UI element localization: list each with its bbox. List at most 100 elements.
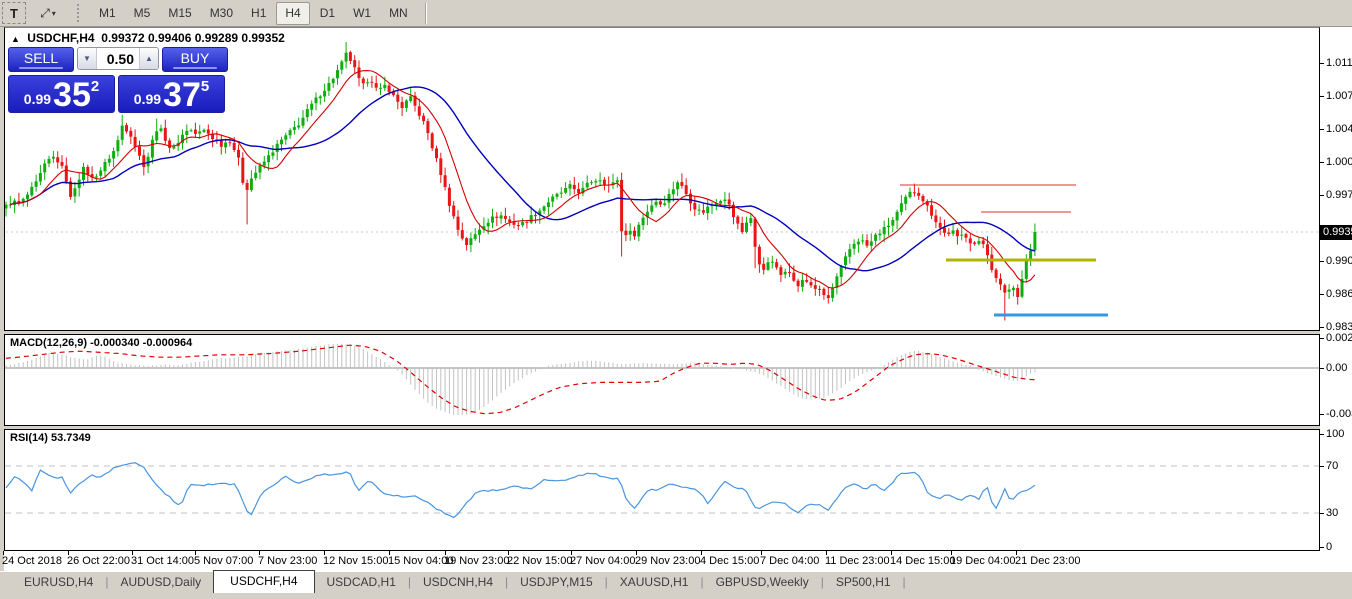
time-axis-label: 19 Nov 23:00 <box>444 555 509 567</box>
time-axis-label: 12 Nov 15:00 <box>323 555 388 567</box>
axis-tick-mark <box>1320 338 1324 339</box>
chart-area: ▲ USDCHF,H4 0.99372 0.99406 0.99289 0.99… <box>4 27 1352 571</box>
time-axis-label: 4 Dec 15:00 <box>700 555 759 567</box>
macd-chart <box>5 335 1319 425</box>
axis-tick-mark <box>1320 195 1324 196</box>
buy-price-pipette: 5 <box>201 78 209 95</box>
chart-tab-usdjpy-m15[interactable]: USDJPY,M15 <box>508 572 604 593</box>
time-axis-label: 7 Dec 04:00 <box>760 555 819 567</box>
chart-tab-sp500-h1[interactable]: SP500,H1 <box>824 572 903 593</box>
axis-label: 1.00770 <box>1326 90 1352 102</box>
current-price-badge: 0.99352 <box>1320 225 1352 240</box>
axis-label: 0.002492 <box>1326 332 1352 344</box>
buy-price-box[interactable]: 0.99 37 5 <box>118 75 225 113</box>
chart-tab-audusd-daily[interactable]: AUDUSD,Daily <box>108 572 213 593</box>
tab-separator: | <box>903 575 906 593</box>
axis-label: 1.00420 <box>1326 123 1352 135</box>
axis-tick-mark <box>1320 294 1324 295</box>
axis-tick-mark <box>1320 327 1324 328</box>
chart-symbol: USDCHF,H4 <box>27 31 94 45</box>
rsi-indicator-label: RSI(14) 53.7349 <box>10 432 91 444</box>
axis-label: 0.98690 <box>1326 288 1352 300</box>
axis-tick-mark <box>1320 129 1324 130</box>
axis-tick-mark <box>1320 261 1324 262</box>
axis-tick-mark <box>1320 434 1324 435</box>
buy-price-big: 37 <box>163 76 201 114</box>
volume-stepper: ▼ ▲ <box>77 47 159 70</box>
axis-tick-mark <box>1320 466 1324 467</box>
time-axis-label: 19 Dec 04:00 <box>950 555 1015 567</box>
sell-price-box[interactable]: 0.99 35 2 <box>8 75 115 113</box>
timeframe-button-m1[interactable]: M1 <box>91 3 124 24</box>
sell-button[interactable]: SELL <box>8 47 74 72</box>
axis-tick-mark <box>1320 368 1324 369</box>
chart-tab-usdchf-h4[interactable]: USDCHF,H4 <box>213 570 314 593</box>
time-axis-label: 5 Nov 07:00 <box>194 555 253 567</box>
axis-label: -0.003913 <box>1326 408 1352 420</box>
time-axis-label: 29 Nov 23:00 <box>635 555 700 567</box>
time-axis[interactable]: 24 Oct 201826 Oct 22:0031 Oct 14:005 Nov… <box>4 551 1352 571</box>
timeframe-button-d1[interactable]: D1 <box>312 3 343 24</box>
volume-input[interactable] <box>97 48 139 69</box>
chart-tab-gbpusd-weekly[interactable]: GBPUSD,Weekly <box>704 572 821 593</box>
chart-tab-usdcnh-h4[interactable]: USDCNH,H4 <box>411 572 505 593</box>
timeframe-button-m30[interactable]: M30 <box>202 3 241 24</box>
one-click-trade-panel: SELL ▼ ▲ BUY 0.99 35 2 <box>8 47 228 113</box>
sell-price-pipette: 2 <box>91 78 99 95</box>
toolbar: T ⤢ ▾ M1M5M15M30H1H4D1W1MN <box>0 0 1352 27</box>
axis-tick-mark <box>1320 96 1324 97</box>
axis-label: 0 <box>1326 541 1332 553</box>
timeframe-button-m15[interactable]: M15 <box>160 3 199 24</box>
chart-ohlc-values: 0.99372 0.99406 0.99289 0.99352 <box>101 31 285 45</box>
time-axis-label: 22 Nov 15:00 <box>507 555 572 567</box>
rsi-pane[interactable] <box>4 429 1320 551</box>
time-axis-label: 27 Nov 04:00 <box>570 555 635 567</box>
rsi-chart <box>5 430 1319 550</box>
timeframe-button-h1[interactable]: H1 <box>243 3 274 24</box>
axis-label: 100 <box>1326 428 1344 440</box>
time-axis-label: 21 Dec 23:00 <box>1015 555 1080 567</box>
timeframe-button-h4[interactable]: H4 <box>276 2 309 25</box>
axis-label: 1.00070 <box>1326 156 1352 168</box>
time-axis-label: 7 Nov 23:00 <box>258 555 317 567</box>
volume-decrease-button[interactable]: ▼ <box>78 48 97 69</box>
buy-button-underline <box>173 67 218 69</box>
sell-price-prefix: 0.99 <box>24 91 51 107</box>
toolbar-grip[interactable] <box>77 4 83 22</box>
toolbar-separator <box>425 3 427 24</box>
timeframe-button-mn[interactable]: MN <box>381 3 416 24</box>
sell-button-underline <box>19 67 64 69</box>
timeframe-button-m5[interactable]: M5 <box>126 3 159 24</box>
axis-tick-mark <box>1320 547 1324 548</box>
macd-pane[interactable] <box>4 334 1320 426</box>
cursor-tool-button[interactable]: ⤢ ▾ <box>30 2 66 24</box>
axis-label: 0.99040 <box>1326 255 1352 267</box>
axis-tick-mark <box>1320 513 1324 514</box>
collapse-triangle-icon[interactable]: ▲ <box>11 34 20 44</box>
cursor-icon: ⤢ <box>40 6 50 21</box>
time-axis-label: 26 Oct 22:00 <box>67 555 130 567</box>
buy-price-prefix: 0.99 <box>134 91 161 107</box>
trading-terminal-window: T ⤢ ▾ M1M5M15M30H1H4D1W1MN ▲ USDCHF,H4 0… <box>0 0 1352 599</box>
sell-button-label: SELL <box>24 50 58 66</box>
chart-tab-xauusd-h1[interactable]: XAUUSD,H1 <box>608 572 701 593</box>
sell-price-big: 35 <box>53 76 91 114</box>
axis-label: 1.01110 <box>1326 57 1352 69</box>
chart-tab-usdcad-h1[interactable]: USDCAD,H1 <box>315 572 408 593</box>
axis-label: 30 <box>1326 507 1338 519</box>
timeframe-group: M1M5M15M30H1H4D1W1MN <box>90 2 417 25</box>
buy-button-label: BUY <box>181 50 210 66</box>
chevron-down-icon: ▾ <box>52 9 56 18</box>
text-tool-button[interactable]: T <box>2 2 26 24</box>
macd-indicator-label: MACD(12,26,9) -0.000340 -0.000964 <box>10 337 192 349</box>
axis-tick-mark <box>1320 162 1324 163</box>
time-axis-label: 31 Oct 14:00 <box>131 555 194 567</box>
chart-tab-eurusd-h4[interactable]: EURUSD,H4 <box>12 572 105 593</box>
axis-tick-mark <box>1320 63 1324 64</box>
timeframe-button-w1[interactable]: W1 <box>345 3 379 24</box>
buy-button[interactable]: BUY <box>162 47 228 72</box>
axis-tick-mark <box>1320 414 1324 415</box>
time-axis-label: 14 Dec 15:00 <box>890 555 955 567</box>
chart-tabbar: EURUSD,H4 | AUDUSD,DailyUSDCHF,H4USDCAD,H1… <box>0 571 1352 593</box>
volume-increase-button[interactable]: ▲ <box>139 48 158 69</box>
